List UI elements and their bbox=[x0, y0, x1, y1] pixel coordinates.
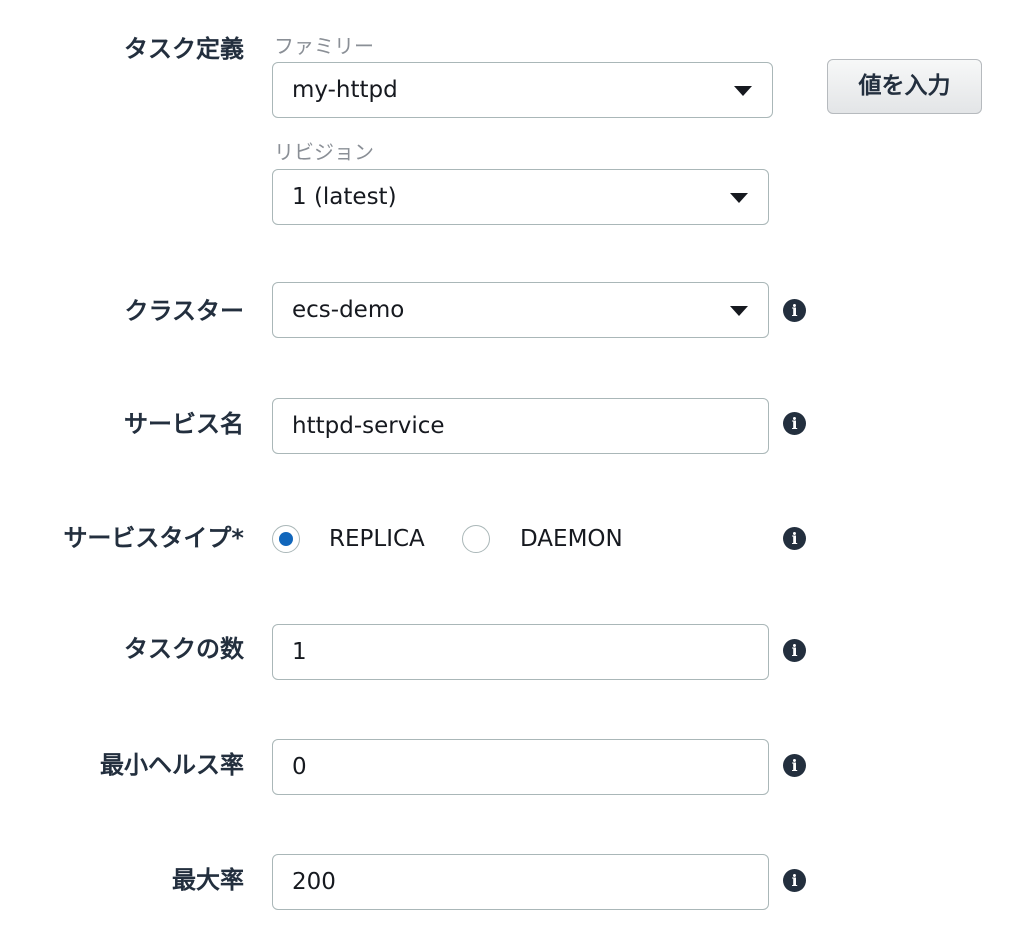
cluster-select-value: ecs-demo bbox=[292, 297, 405, 323]
revision-select[interactable]: 1 (latest) bbox=[272, 169, 769, 225]
revision-select-value: 1 (latest) bbox=[292, 184, 397, 210]
daemon-radio[interactable] bbox=[462, 525, 490, 553]
family-label: ファミリー bbox=[274, 34, 374, 58]
service-type-label: サービスタイプ* bbox=[63, 524, 244, 552]
family-select-value: my-httpd bbox=[292, 77, 398, 103]
chevron-down-icon bbox=[734, 86, 752, 96]
max-percent-input[interactable]: 200 bbox=[272, 854, 769, 910]
service-name-input[interactable]: httpd-service bbox=[272, 398, 769, 454]
replica-radio-label[interactable]: REPLICA bbox=[329, 524, 425, 554]
min-healthy-percent-label: 最小ヘルス率 bbox=[100, 751, 244, 779]
max-percent-label: 最大率 bbox=[172, 866, 244, 894]
service-name-label: サービス名 bbox=[124, 410, 244, 438]
radio-selected-dot bbox=[279, 532, 293, 546]
chevron-down-icon bbox=[730, 306, 748, 316]
info-icon[interactable]: i bbox=[783, 639, 806, 662]
min-healthy-percent-input[interactable]: 0 bbox=[272, 739, 769, 795]
cluster-label: クラスター bbox=[124, 297, 244, 325]
daemon-radio-label[interactable]: DAEMON bbox=[520, 524, 623, 554]
cluster-select[interactable]: ecs-demo bbox=[272, 282, 769, 338]
revision-label: リビジョン bbox=[274, 140, 374, 164]
info-icon[interactable]: i bbox=[783, 869, 806, 892]
enter-value-button[interactable]: 値を入力 bbox=[827, 59, 982, 114]
info-icon[interactable]: i bbox=[783, 412, 806, 435]
task-count-input[interactable]: 1 bbox=[272, 624, 769, 680]
replica-radio[interactable] bbox=[272, 525, 300, 553]
info-icon[interactable]: i bbox=[783, 754, 806, 777]
task-count-label: タスクの数 bbox=[124, 635, 244, 663]
chevron-down-icon bbox=[730, 193, 748, 203]
task-definition-label: タスク定義 bbox=[124, 35, 244, 63]
info-icon[interactable]: i bbox=[783, 527, 806, 550]
family-select[interactable]: my-httpd bbox=[272, 62, 773, 118]
info-icon[interactable]: i bbox=[783, 299, 806, 322]
